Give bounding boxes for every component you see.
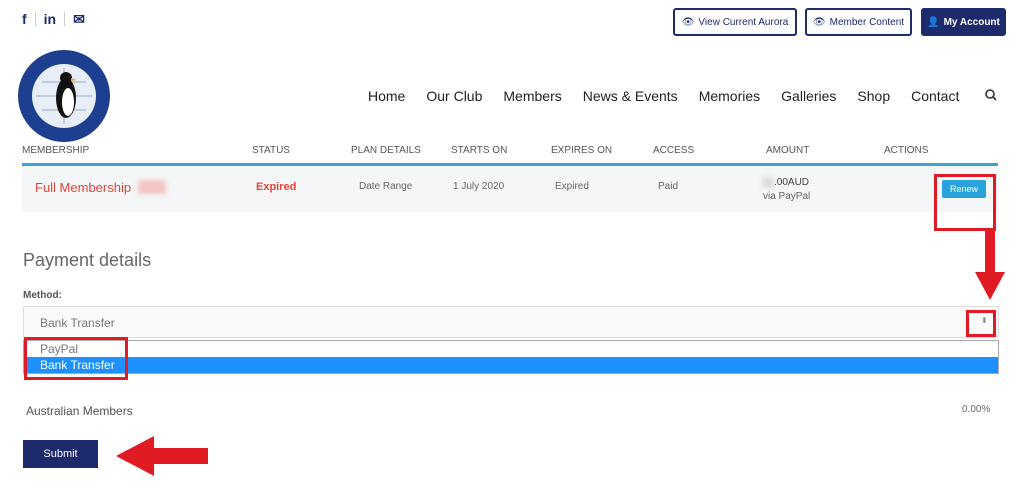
tax-rate: 0.00% [962, 404, 991, 415]
nav-home[interactable]: Home [368, 88, 405, 104]
option-paypal[interactable]: PayPal [24, 341, 998, 357]
nav-members[interactable]: Members [503, 88, 561, 104]
linkedin-icon[interactable]: in [36, 12, 66, 26]
tax-label: Australian Members [26, 404, 133, 418]
nav-galleries[interactable]: Galleries [781, 88, 836, 104]
eye-icon: 👁 [812, 16, 826, 28]
starts-on: 1 July 2020 [453, 181, 505, 192]
nav-news-events[interactable]: News & Events [583, 88, 678, 104]
access: Paid [658, 181, 679, 192]
amount: .00AUD [774, 177, 810, 188]
th-membership: MEMBERSHIP [22, 145, 90, 156]
member-content-button[interactable]: 👁 Member Content [805, 8, 912, 36]
main-nav: Home Our Club Members News & Events Memo… [368, 88, 959, 104]
option-bank-transfer[interactable]: Bank Transfer [24, 357, 998, 373]
annotation-arrow-left-icon [116, 436, 208, 476]
eye-icon: 👁 [681, 16, 695, 28]
redacted-year [138, 180, 166, 194]
view-aurora-label: View Current Aurora [698, 16, 789, 28]
user-icon: 👤 [927, 16, 940, 28]
club-logo[interactable] [16, 48, 112, 144]
annotation-box-options [24, 337, 128, 380]
my-account-label: My Account [943, 16, 1000, 28]
nav-contact[interactable]: Contact [911, 88, 959, 104]
my-account-button[interactable]: 👤 My Account [921, 8, 1006, 36]
view-aurora-button[interactable]: 👁 View Current Aurora [673, 8, 797, 36]
plan-details: Date Range [359, 181, 413, 192]
th-expires-on: EXPIRES ON [551, 145, 613, 156]
redacted-amount [762, 177, 774, 188]
member-content-label: Member Content [829, 16, 905, 28]
method-select-value: Bank Transfer [40, 316, 115, 330]
th-amount: AMOUNT [766, 145, 810, 156]
payment-details-title: Payment details [23, 250, 152, 270]
nav-our-club[interactable]: Our Club [426, 88, 482, 104]
table-row [22, 166, 998, 212]
nav-memories[interactable]: Memories [699, 88, 760, 104]
facebook-icon[interactable]: f [14, 12, 36, 26]
submit-button[interactable]: Submit [23, 440, 98, 468]
expires-on: Expired [555, 181, 589, 192]
th-actions: ACTIONS [884, 145, 929, 156]
annotation-box-select-arrow [966, 310, 996, 337]
email-icon[interactable]: ✉ [65, 12, 93, 26]
th-status: STATUS [252, 145, 290, 156]
amount-method: via PayPal [763, 191, 811, 202]
th-access: ACCESS [653, 145, 695, 156]
annotation-arrow-down-icon [975, 230, 1005, 300]
search-icon[interactable] [984, 88, 998, 102]
social-links: f in ✉ [14, 12, 93, 26]
method-select[interactable] [23, 306, 999, 338]
th-plan-details: PLAN DETAILS [351, 145, 421, 156]
nav-shop[interactable]: Shop [857, 88, 890, 104]
th-starts-on: STARTS ON [451, 145, 508, 156]
status-badge: Expired [256, 181, 297, 193]
method-label: Method: [23, 290, 62, 301]
membership-name[interactable]: Full Membership [35, 180, 131, 195]
annotation-box-renew [934, 174, 996, 231]
